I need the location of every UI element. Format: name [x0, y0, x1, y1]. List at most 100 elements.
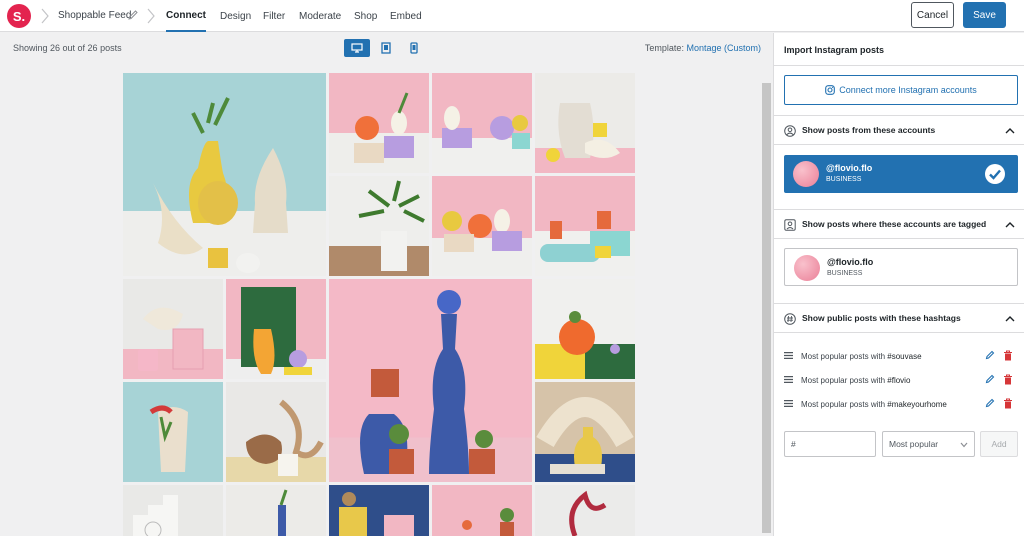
feed-name[interactable]: Shoppable Feed — [58, 10, 131, 21]
vase-photo — [535, 311, 620, 379]
vase-photo — [153, 97, 288, 273]
tab-connect[interactable]: Connect — [166, 0, 206, 32]
hashtag-row: Most popular posts with #souvase — [784, 347, 1018, 365]
breadcrumb-chevron-icon — [41, 8, 49, 24]
vase-photo — [360, 290, 495, 474]
section-tagged[interactable]: Show posts where these accounts are tagg… — [774, 209, 1024, 239]
post-tile[interactable] — [329, 73, 429, 173]
vase-photo — [241, 287, 312, 375]
hashtag-text: Most popular posts with #makeyourhome — [801, 400, 947, 409]
post-tile[interactable] — [432, 73, 532, 173]
flower-photo — [569, 490, 607, 536]
driftwood-photo — [246, 399, 324, 476]
drag-handle-icon[interactable] — [784, 352, 793, 359]
sort-select-value: Most popular — [889, 439, 939, 449]
stairs-photo — [133, 495, 178, 536]
top-bar: S. Shoppable Feed Connect Design Filter … — [0, 0, 1024, 32]
template-info: Template: Montage (Custom) — [645, 43, 761, 53]
hashtag-prefix: Most popular posts with — [801, 399, 886, 409]
import-panel: Import Instagram posts Connect more Inst… — [773, 33, 1024, 536]
post-tile[interactable] — [123, 382, 223, 482]
user-circle-icon — [784, 125, 796, 137]
post-tile[interactable] — [535, 485, 635, 536]
post-tile[interactable] — [329, 176, 429, 276]
desktop-view-button[interactable] — [344, 39, 370, 57]
pencil-icon[interactable] — [985, 374, 995, 384]
post-tile[interactable] — [123, 73, 326, 276]
hashtag-input[interactable]: # — [784, 431, 876, 457]
tablet-view-button[interactable] — [373, 39, 399, 57]
connect-accounts-button[interactable]: Connect more Instagram accounts — [784, 75, 1018, 105]
post-tile[interactable] — [123, 279, 223, 379]
tab-embed[interactable]: Embed — [390, 0, 422, 32]
chevron-up-icon[interactable] — [1005, 220, 1015, 230]
hashtag-text: Most popular posts with #flovio — [801, 376, 910, 385]
post-tile[interactable] — [226, 485, 326, 536]
mobile-view-button[interactable] — [401, 39, 427, 57]
post-tile[interactable] — [432, 176, 532, 276]
preview-scrollbar[interactable] — [762, 83, 771, 533]
app-logo[interactable]: S. — [7, 4, 31, 28]
tab-moderate[interactable]: Moderate — [299, 0, 341, 32]
vase-photo — [536, 397, 634, 474]
account-card-selected[interactable]: @flovio.flo BUSINESS — [784, 155, 1018, 193]
post-tile[interactable] — [329, 279, 532, 482]
hashtag-value: #makeyourhome — [887, 399, 947, 409]
post-tile[interactable] — [432, 485, 532, 536]
section-from-accounts-label: Show posts from these accounts — [802, 125, 936, 135]
chevron-up-icon[interactable] — [1005, 314, 1015, 324]
tagged-user-icon — [784, 219, 796, 231]
account-type: BUSINESS — [826, 176, 862, 183]
section-from-accounts[interactable]: Show posts from these accounts — [774, 115, 1024, 145]
check-circle-icon — [985, 164, 1005, 184]
hashtag-value: #flovio — [887, 375, 911, 385]
section-hashtags[interactable]: Show public posts with these hashtags — [774, 303, 1024, 333]
post-tile[interactable] — [535, 176, 635, 276]
post-tile[interactable] — [535, 73, 635, 173]
cancel-button[interactable]: Cancel — [911, 2, 954, 28]
template-link[interactable]: Montage (Custom) — [686, 43, 761, 53]
sort-select[interactable]: Most popular — [882, 431, 975, 457]
post-tile[interactable] — [226, 382, 326, 482]
chevron-down-icon — [960, 442, 968, 448]
cactus-photo — [540, 211, 630, 262]
plant-photo — [358, 180, 425, 271]
vase-photo — [138, 307, 204, 371]
tab-shop[interactable]: Shop — [354, 0, 377, 32]
template-label: Template: — [644, 43, 684, 53]
instagram-icon — [825, 85, 836, 95]
mobile-icon — [410, 42, 418, 54]
post-tile[interactable] — [226, 279, 326, 379]
post-tile[interactable] — [123, 485, 223, 536]
drag-handle-icon[interactable] — [784, 376, 793, 383]
avatar — [794, 255, 820, 281]
post-tile[interactable] — [535, 279, 635, 379]
trash-icon[interactable] — [1003, 374, 1013, 385]
pencil-icon[interactable] — [985, 398, 995, 408]
breadcrumb-chevron-icon — [147, 8, 155, 24]
post-tile[interactable] — [535, 382, 635, 482]
tablet-icon — [381, 42, 391, 54]
tab-filter[interactable]: Filter — [263, 0, 285, 32]
desktop-icon — [351, 43, 363, 53]
tagged-account-card[interactable]: @flovio.flo BUSINESS — [784, 248, 1018, 286]
post-tile[interactable] — [329, 485, 429, 536]
hashtag-row: Most popular posts with #flovio — [784, 371, 1018, 389]
add-hashtag-button[interactable]: Add — [980, 431, 1018, 457]
pencil-icon[interactable] — [985, 350, 995, 360]
cactus-photo — [462, 508, 514, 536]
connect-accounts-label: Connect more Instagram accounts — [839, 85, 977, 95]
hashtag-value: #souvase — [887, 351, 922, 361]
trash-icon[interactable] — [1003, 350, 1013, 361]
chevron-up-icon[interactable] — [1005, 126, 1015, 136]
edit-feed-name-icon[interactable] — [127, 9, 139, 21]
trash-icon[interactable] — [1003, 398, 1013, 409]
preview-area: Showing 26 out of 26 posts Template: Mon… — [0, 33, 773, 536]
vase-photo — [442, 106, 530, 149]
post-count-text: Showing 26 out of 26 posts — [13, 43, 122, 53]
account-handle: @flovio.flo — [826, 163, 873, 173]
tab-design[interactable]: Design — [220, 0, 251, 32]
drag-handle-icon[interactable] — [784, 400, 793, 407]
vase-photo — [278, 489, 288, 536]
save-button[interactable]: Save — [963, 2, 1006, 28]
